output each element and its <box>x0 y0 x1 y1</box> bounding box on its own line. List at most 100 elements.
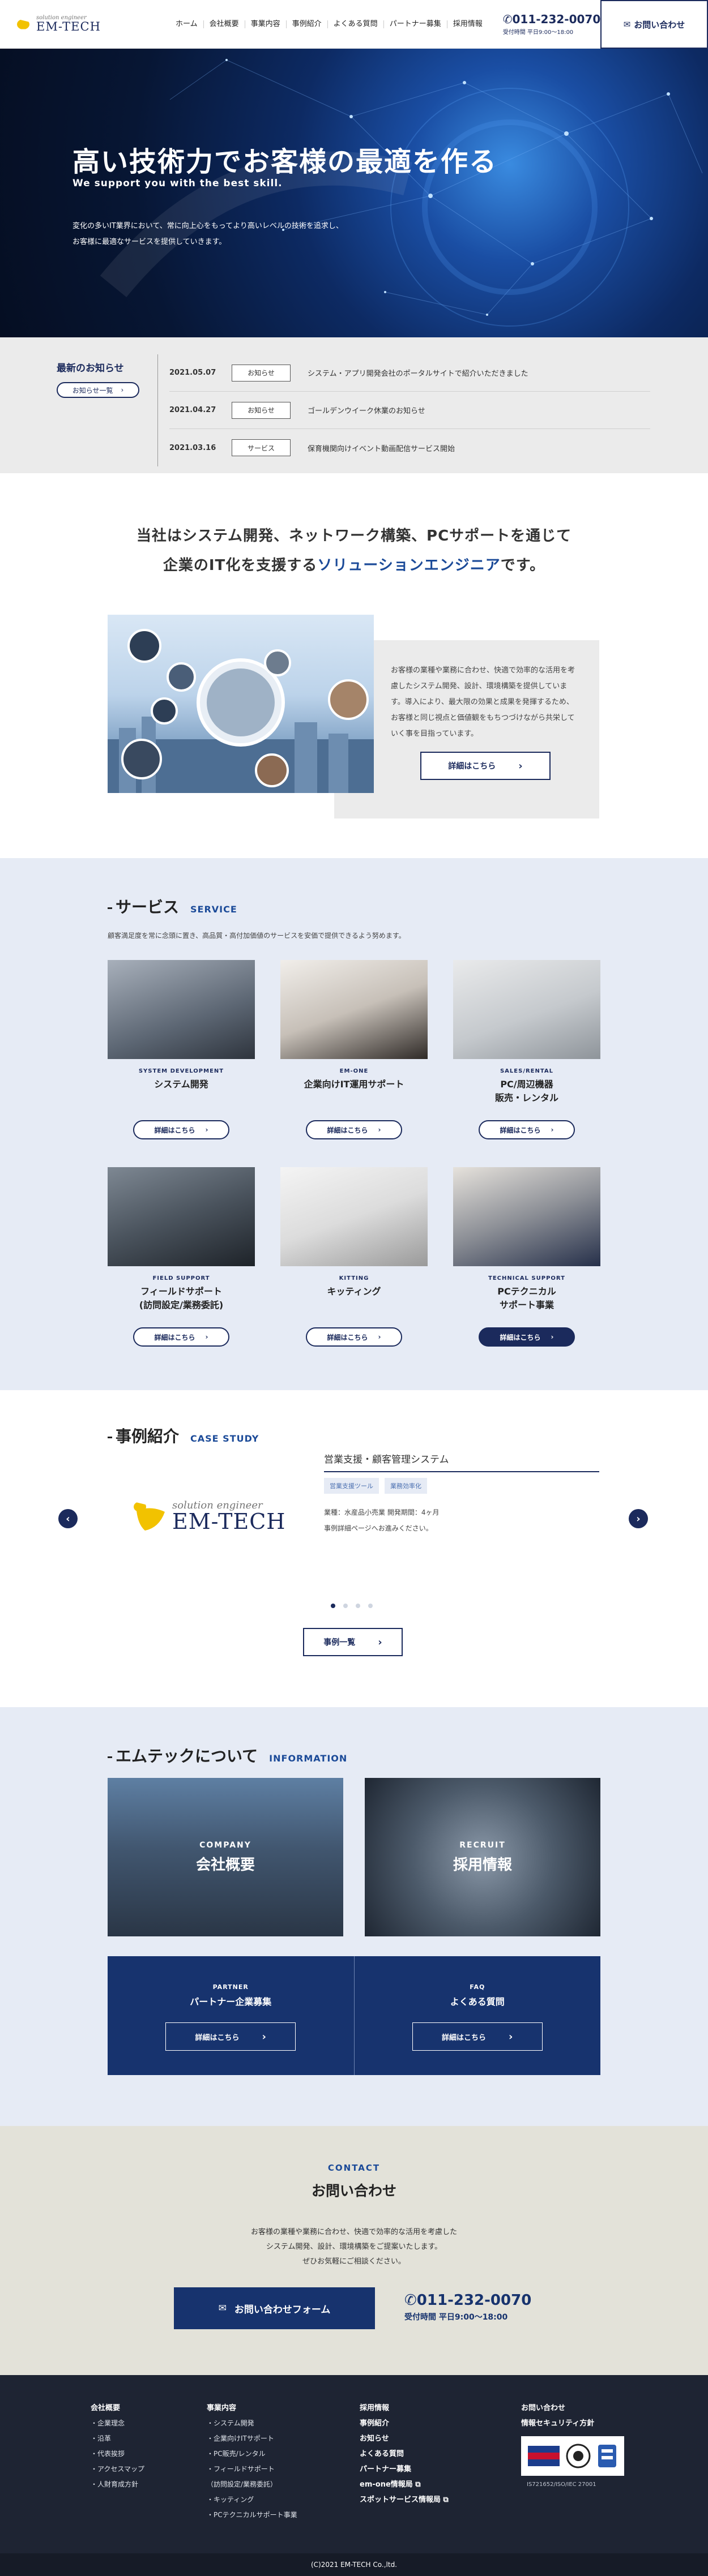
footer-link[interactable]: ・PCテクニカルサポート事業 <box>207 2508 297 2523</box>
case-item-title[interactable]: 営業支援・顧客管理システム <box>324 1451 599 1472</box>
footer-link[interactable]: ・企業理念 <box>91 2416 144 2431</box>
header-phone-hours: 受付時間 平日9:00～18:00 <box>502 29 574 36</box>
case-list-button-label: 事例一覧 <box>323 1638 356 1647</box>
site-header: solution engineer EM-TECH ホーム 会社概要 事業内容 … <box>0 0 708 49</box>
footer-link[interactable]: 事例紹介 <box>360 2416 449 2431</box>
service-image <box>108 1167 255 1266</box>
footer-link[interactable]: ・アクセスマップ <box>91 2462 144 2477</box>
partner-detail-button[interactable]: 詳細はこちら <box>165 2022 296 2051</box>
footer-link[interactable]: 事業内容 <box>207 2401 297 2416</box>
logo-title: EM-TECH <box>36 20 101 33</box>
news-section: 最新のお知らせ お知らせ一覧 › 2021.05.07 お知らせ システム・アプ… <box>0 337 708 473</box>
footer-link[interactable]: ・システム開発 <box>207 2416 297 2431</box>
nav-business[interactable]: 事業内容 <box>244 20 286 28</box>
news-list-button[interactable]: お知らせ一覧 › <box>57 382 139 398</box>
chevron-right-icon: › <box>551 1333 554 1341</box>
nav-partner[interactable]: パートナー募集 <box>383 20 447 28</box>
iso-certification-logos <box>521 2436 624 2476</box>
carousel-next-button[interactable]: › <box>629 1509 648 1528</box>
service-card-system-development: SYSTEM DEVELOPMENT システム開発 詳細はこちら › <box>108 960 255 1152</box>
case-info: 業種：水産品小売業 開発期間：4ヶ月 事例詳細ページへお進みください。 <box>324 1505 439 1536</box>
intro-heading-text: 企業のIT化を支援する <box>163 557 318 574</box>
footer-link[interactable]: ・キッティング <box>207 2492 297 2508</box>
service-detail-button[interactable]: 詳細はこちら › <box>306 1327 402 1347</box>
nav-home[interactable]: ホーム <box>170 20 203 28</box>
logo[interactable]: solution engineer EM-TECH <box>17 15 147 33</box>
service-detail-button[interactable]: 詳細はこちら › <box>306 1120 402 1139</box>
header-phone[interactable]: ✆011-232-0070 受付時間 平日9:00～18:00 <box>503 12 601 36</box>
info-heading: エムテックについて INFORMATION <box>108 1744 347 1767</box>
nav-recruit[interactable]: 採用情報 <box>446 20 488 28</box>
service-image <box>453 960 600 1059</box>
faq-detail-button[interactable]: 詳細はこちら <box>412 2022 543 2051</box>
chevron-right-icon: › <box>205 1333 208 1341</box>
case-info-line: 業種：水産品小売業 開発期間：4ヶ月 <box>324 1508 440 1516</box>
carousel-prev-button[interactable]: ‹ <box>58 1509 78 1528</box>
footer-link[interactable]: ・フィールドサポート <box>207 2462 297 2477</box>
news-category-badge: サービス <box>232 439 291 456</box>
service-label-jp: フィールドサポート (訪問設定/業務委託) <box>139 1286 224 1310</box>
footer-link[interactable]: 情報セキュリティ方針 <box>521 2416 594 2431</box>
footer-link[interactable]: ・企業向けITサポート <box>207 2431 297 2446</box>
case-list-button[interactable]: 事例一覧 <box>303 1628 403 1656</box>
carousel-dot[interactable] <box>343 1604 348 1608</box>
carousel-dot[interactable] <box>368 1604 373 1608</box>
phone-icon: ✆ <box>502 12 513 26</box>
service-detail-button[interactable]: 詳細はこちら › <box>479 1327 575 1347</box>
footer-link[interactable]: ・代表挨拶 <box>91 2446 144 2462</box>
footer-link[interactable]: よくある質問 <box>360 2446 449 2462</box>
hero-description-line: お客様に最適なサービスを提供していきます。 <box>72 238 227 246</box>
chevron-right-icon: › <box>121 386 124 394</box>
news-item[interactable]: 2021.05.07 お知らせ システム・アプリ開発会社のポータルサイトで紹介い… <box>169 354 650 392</box>
news-list: 2021.05.07 お知らせ システム・アプリ開発会社のポータルサイトで紹介い… <box>157 354 650 466</box>
service-label-jp: 企業向けIT運用サポート <box>304 1079 404 1090</box>
footer-link[interactable]: ・人財育成方針 <box>91 2477 144 2492</box>
service-detail-button-label: 詳細はこちら <box>327 1333 368 1341</box>
external-link-icon: ⧉ <box>415 2480 421 2489</box>
nav-faq[interactable]: よくある質問 <box>327 20 383 28</box>
footer-link[interactable]: （訪問設定/業務委託） <box>207 2477 297 2492</box>
service-detail-button[interactable]: 詳細はこちら › <box>133 1120 229 1139</box>
info-link-band: PARTNER パートナー企業募集 詳細はこちら FAQ よくある質問 詳細はこ… <box>108 1956 600 2075</box>
mail-icon: ✉ <box>218 2303 227 2314</box>
contact-form-button[interactable]: ✉ お問い合わせフォーム <box>174 2287 375 2329</box>
recruit-card-en: RECRUIT <box>459 1840 506 1850</box>
service-image <box>453 1167 600 1266</box>
footer-link[interactable]: パートナー募集 <box>360 2462 449 2477</box>
intro-description: お客様の業種や業務に合わせ、快適で効率的な活用を考慮したシステム開発、設計、環境… <box>391 666 575 738</box>
network-background-graphic <box>100 59 703 327</box>
chevron-left-icon: ‹ <box>66 1512 70 1525</box>
footer-link[interactable]: ・沿革 <box>91 2431 144 2446</box>
news-category-badge: お知らせ <box>232 401 291 419</box>
nav-company[interactable]: 会社概要 <box>203 20 245 28</box>
carousel-dot[interactable] <box>356 1604 360 1608</box>
company-card-jp: 会社概要 <box>195 1856 255 1874</box>
footer-link[interactable]: スポットサービス情報局 <box>360 2496 441 2504</box>
service-detail-button[interactable]: 詳細はこちら › <box>479 1120 575 1139</box>
service-detail-button[interactable]: 詳細はこちら › <box>133 1327 229 1347</box>
carousel-dot-active[interactable] <box>331 1604 335 1608</box>
news-item[interactable]: 2021.04.27 お知らせ ゴールデンウイーク休業のお知らせ <box>169 392 650 429</box>
intro-detail-button[interactable]: 詳細はこちら <box>420 752 551 780</box>
footer-link[interactable]: 採用情報 <box>360 2401 449 2416</box>
intro-heading-text: です。 <box>500 557 545 574</box>
news-item[interactable]: 2021.03.16 サービス 保育機関向けイベント動画配信サービス開始 <box>169 429 650 466</box>
header-contact-button[interactable]: ✉ お問い合わせ <box>600 0 708 49</box>
footer-link[interactable]: 会社概要 <box>91 2401 144 2416</box>
footer-link[interactable]: em-one情報局 <box>360 2480 413 2489</box>
news-date: 2021.04.27 <box>169 406 216 414</box>
recruit-card[interactable]: RECRUIT 採用情報 <box>365 1778 600 1936</box>
footer-link[interactable]: お知らせ <box>360 2431 449 2446</box>
footer-link[interactable]: ・PC販売/レンタル <box>207 2446 297 2462</box>
partner-detail-button-label: 詳細はこちら <box>195 2033 240 2042</box>
news-headline: 保育機関向けイベント動画配信サービス開始 <box>308 444 455 453</box>
footer-link[interactable]: お問い合わせ <box>521 2401 594 2416</box>
service-card-sales-rental: SALES/RENTAL PC/周辺機器 販売・レンタル 詳細はこちら › <box>453 960 600 1152</box>
contact-form-button-label: お問い合わせフォーム <box>234 2304 331 2316</box>
news-headline: ゴールデンウイーク休業のお知らせ <box>308 407 425 415</box>
contact-phone[interactable]: ✆011-232-0070 受付時間 平日9:00～18:00 <box>404 2292 531 2322</box>
anab-logo-icon <box>528 2446 560 2466</box>
company-card[interactable]: COMPANY 会社概要 <box>108 1778 343 1936</box>
intro-image <box>108 615 374 793</box>
nav-cases[interactable]: 事例紹介 <box>285 20 327 28</box>
